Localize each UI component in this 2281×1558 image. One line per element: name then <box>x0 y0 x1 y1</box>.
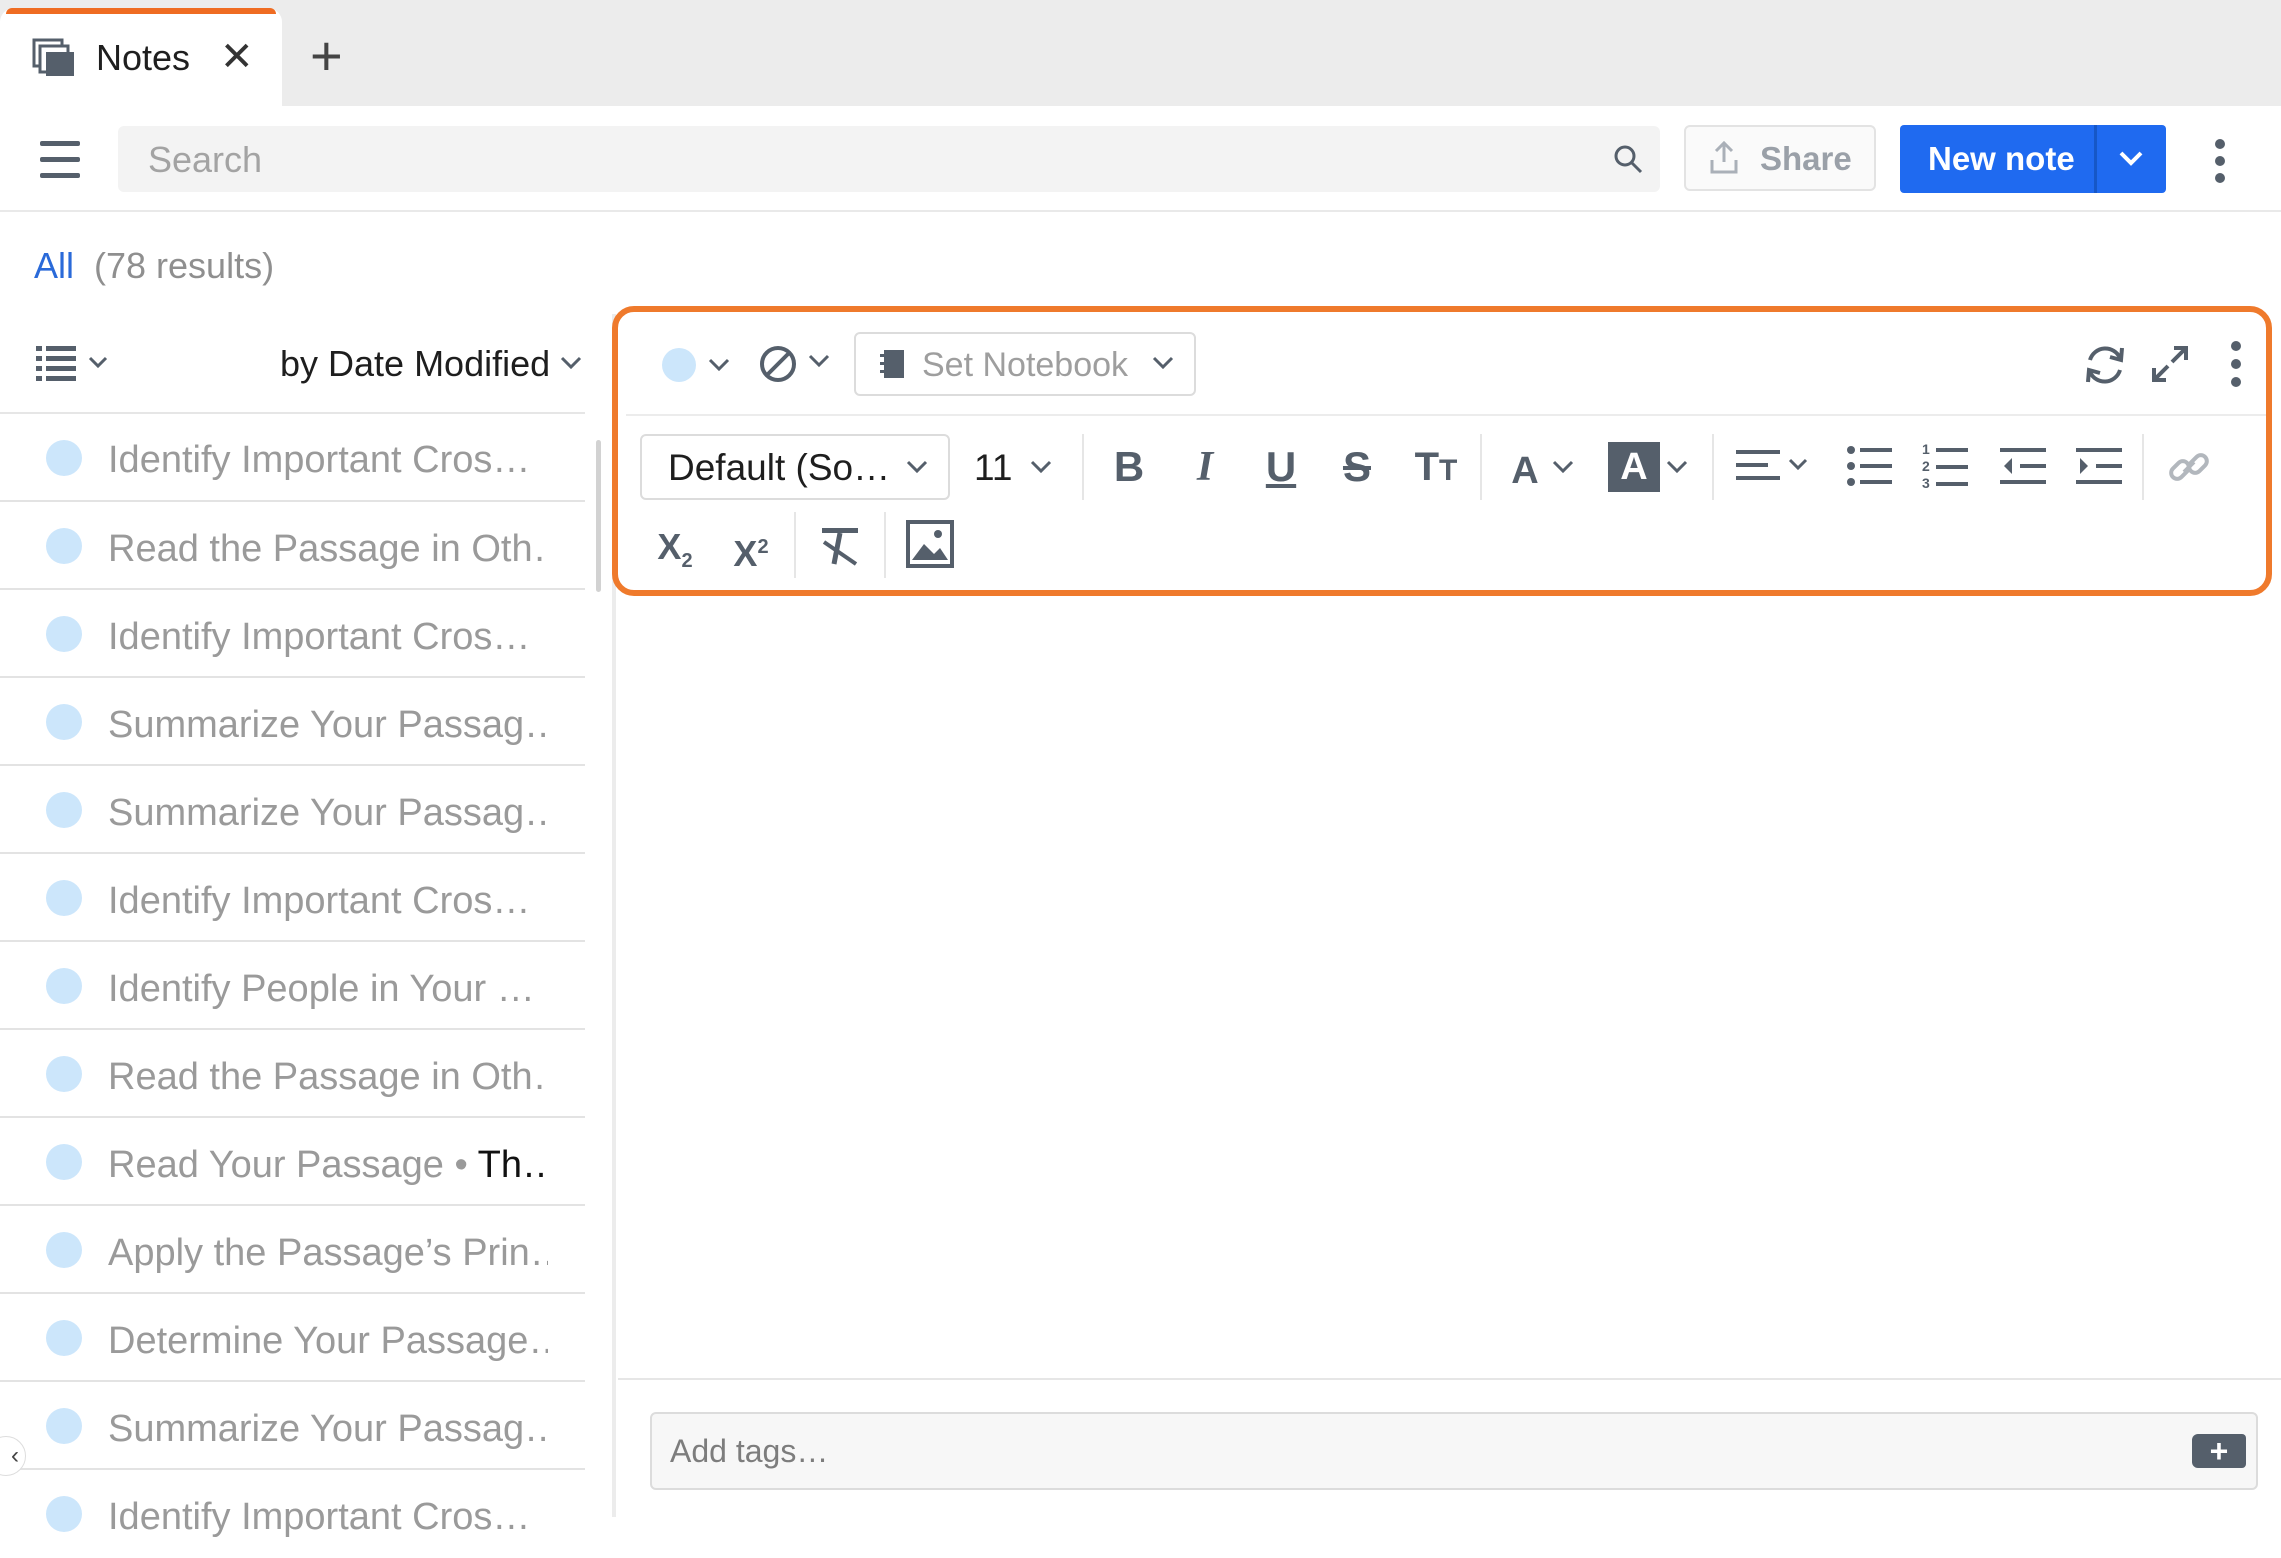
subscript-icon[interactable]: X2 <box>650 522 700 586</box>
menu-icon[interactable] <box>40 141 80 189</box>
notebook-chevron-down-icon[interactable] <box>1150 352 1176 377</box>
toolbar-divider <box>626 414 2266 416</box>
toolbar-separator <box>794 512 796 578</box>
sort-label[interactable]: by Date Modified <box>280 342 550 386</box>
notebook-icon <box>880 348 906 385</box>
note-color-dot <box>46 968 82 1004</box>
note-title: Determine Your Passage… <box>108 1320 548 1362</box>
toolbar-separator <box>2142 434 2144 500</box>
toolbar-separator <box>1480 434 1482 500</box>
tab-label: Notes <box>96 37 191 78</box>
note-title: Read the Passage in Oth… <box>108 528 548 570</box>
svg-text:1: 1 <box>1922 441 1930 457</box>
note-color-dot <box>46 440 82 476</box>
notebook-placeholder: Set Notebook <box>922 346 1129 384</box>
bold-icon[interactable]: B <box>1104 442 1154 492</box>
note-color-dot <box>46 1144 82 1180</box>
font-family-value: Default (So… <box>668 447 891 488</box>
note-color-dot <box>46 1232 82 1268</box>
note-color-dot <box>46 1320 82 1356</box>
sync-icon[interactable] <box>2080 340 2130 395</box>
note-title: Identify Important Cros… <box>108 616 531 658</box>
note-title: Read the Passage in Oth… <box>108 1056 548 1098</box>
notes-app-icon <box>32 38 76 78</box>
highlight-chevron-down-icon[interactable] <box>1664 456 1690 481</box>
note-color-dot <box>46 1056 82 1092</box>
note-color-dot <box>46 616 82 652</box>
note-snippet: Th… <box>477 1144 548 1186</box>
note-color-dot <box>46 704 82 740</box>
add-tab-icon[interactable]: + <box>310 24 343 88</box>
note-color-dot <box>46 1496 82 1532</box>
note-title: Identify Important Cros… <box>108 1496 531 1538</box>
note-title: Identify Important Cros… <box>108 439 531 481</box>
font-color-icon[interactable]: A <box>1500 446 1550 496</box>
link-icon[interactable] <box>2166 444 2212 495</box>
svg-text:3: 3 <box>1922 475 1930 490</box>
text-case-icon[interactable]: TT <box>1404 442 1468 496</box>
share-label: Share <box>1760 140 1852 177</box>
insert-image-icon[interactable] <box>906 520 954 573</box>
share-icon <box>1708 140 1740 181</box>
results-count: (78 results) <box>94 245 275 286</box>
note-title: Summarize Your Passag… <box>108 704 548 746</box>
highlight-color-icon[interactable]: A <box>1608 442 1660 492</box>
note-title: Identify Important Cros… <box>108 880 531 922</box>
search-placeholder: Search <box>148 139 263 180</box>
editor-more-icon[interactable] <box>2230 340 2242 393</box>
strikethrough-icon[interactable]: S <box>1332 442 1382 492</box>
font-chevron-down-icon[interactable] <box>904 456 930 481</box>
close-icon[interactable]: ✕ <box>220 30 254 84</box>
header-divider <box>0 210 2281 212</box>
toolbar-separator <box>1082 434 1084 500</box>
note-title: Read Your Passage • Th… <box>108 1141 548 1189</box>
sort-chevron-down-icon[interactable] <box>558 352 584 377</box>
toolbar-separator <box>884 512 886 578</box>
search-icon[interactable] <box>1612 143 1644 180</box>
note-color-picker[interactable] <box>662 348 696 382</box>
tags-divider <box>618 1378 2281 1380</box>
tags-input[interactable] <box>650 1412 2258 1490</box>
add-tag-icon[interactable]: + <box>2192 1434 2246 1468</box>
new-note-label: New note <box>1928 140 2075 177</box>
superscript-icon[interactable]: X2 <box>726 522 776 579</box>
note-title: Summarize Your Passag… <box>108 1408 548 1450</box>
note-title: Summarize Your Passag… <box>108 792 548 834</box>
indent-icon[interactable] <box>2076 444 2124 493</box>
note-color-dot <box>46 792 82 828</box>
font-color-chevron-down-icon[interactable] <box>1550 456 1576 481</box>
clear-formatting-icon[interactable] <box>818 524 862 573</box>
outdent-icon[interactable] <box>2000 444 2048 493</box>
align-icon[interactable] <box>1736 446 1812 491</box>
font-size-value[interactable]: 11 <box>974 446 1012 490</box>
toolbar-separator <box>1712 434 1714 500</box>
new-note-split-divider <box>2094 125 2097 193</box>
more-options-icon[interactable] <box>2214 138 2226 189</box>
size-chevron-down-icon[interactable] <box>1028 456 1054 481</box>
bulleted-list-icon[interactable] <box>1846 444 1894 493</box>
note-color-dot <box>46 528 82 564</box>
note-color-dot <box>46 1408 82 1444</box>
expand-icon[interactable] <box>2150 344 2190 389</box>
note-title: Apply the Passage’s Prin… <box>108 1232 548 1274</box>
note-color-dot <box>46 880 82 916</box>
search-input[interactable] <box>118 126 1660 192</box>
note-title-prefix: Read Your Passage • <box>108 1144 478 1186</box>
status-chevron-down-icon[interactable] <box>806 350 832 375</box>
underline-icon[interactable]: U <box>1256 442 1306 492</box>
filter-all-link[interactable]: All <box>34 244 74 288</box>
tab-active-indicator <box>6 8 276 14</box>
tags-placeholder: Add tags… <box>670 1433 829 1469</box>
list-scrollbar[interactable] <box>596 440 601 592</box>
list-view-icon[interactable] <box>34 342 114 391</box>
italic-icon[interactable]: I <box>1180 442 1230 492</box>
status-none-icon[interactable] <box>758 344 798 389</box>
new-note-dropdown-icon[interactable] <box>2116 146 2146 175</box>
note-title: Identify People in Your … <box>108 968 535 1010</box>
svg-text:2: 2 <box>1922 458 1930 474</box>
numbered-list-icon[interactable]: 123 <box>1922 440 1970 495</box>
color-chevron-down-icon[interactable] <box>706 350 732 380</box>
